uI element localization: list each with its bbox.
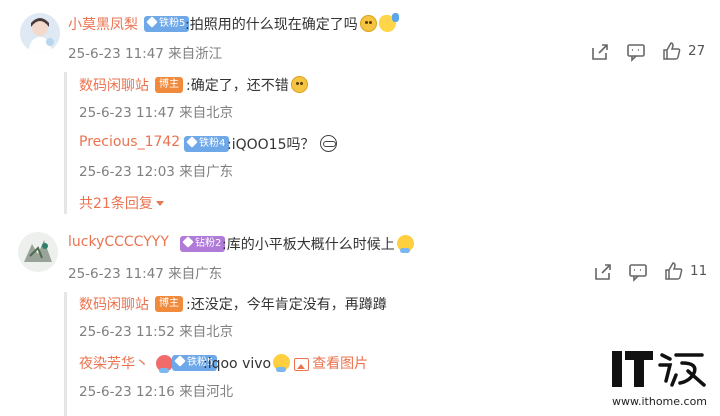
wave-emoji-icon: [378, 13, 399, 32]
like-count: 27: [688, 43, 706, 59]
reply-username[interactable]: 数码闲聊站: [79, 75, 149, 95]
reply-thread-bar: [64, 292, 67, 416]
username[interactable]: 小莫黑凤梨: [68, 14, 138, 34]
comment-meta: 25-6-23 11:47 来自广东: [68, 266, 223, 282]
like-icon[interactable]: [662, 41, 682, 61]
badge-gem-icon: [174, 355, 186, 367]
reply-meta: 25-6-23 12:03 来自广东: [79, 164, 234, 180]
comment-icon[interactable]: [628, 262, 648, 282]
author-badge: 博主: [155, 77, 183, 93]
share-icon[interactable]: [593, 262, 613, 282]
avatar[interactable]: [20, 13, 60, 53]
watermark-url: www.ithome.com: [612, 395, 708, 408]
avatar[interactable]: [18, 232, 58, 272]
reply-meta: 25-6-23 11:52 来自北京: [79, 324, 234, 340]
like-icon[interactable]: [664, 261, 684, 281]
cat-emoji-icon: [359, 15, 377, 32]
heart-badge-icon: [156, 355, 173, 373]
badge-gem-icon: [182, 236, 194, 248]
view-image-link[interactable]: 查看图片: [312, 356, 368, 372]
image-icon: [294, 358, 310, 371]
reply-thread-bar: [64, 72, 67, 214]
chevron-down-icon: [155, 201, 164, 206]
share-icon[interactable]: [590, 42, 610, 62]
avatar-image: [20, 13, 60, 53]
cat-emoji-icon: [290, 76, 308, 93]
hug-emoji-icon: [396, 235, 414, 253]
diamond-fan-badge: 钻粉2: [180, 236, 226, 252]
reply-text: :iqoo vivo 查看图片: [203, 354, 369, 372]
badge-gem-icon: [146, 16, 158, 28]
fan-badge: 铁粉5: [144, 16, 190, 32]
glasses-emoji-icon: [320, 135, 338, 152]
reply-text: :确定了，还不错: [186, 75, 308, 95]
reply-meta: 25-6-23 12:16 来自河北: [79, 384, 234, 400]
avatar-image: [18, 232, 58, 272]
more-replies-link[interactable]: 共21条回复: [79, 193, 164, 213]
comment-text: :库的小平板大概什么时候上: [222, 234, 414, 254]
reply-text: :还没定，今年肯定没有，再蹲蹲: [186, 297, 387, 313]
comment-icon[interactable]: [626, 42, 646, 62]
badge-gem-icon: [186, 136, 198, 148]
comment-meta: 25-6-23 11:47 来自浙江: [68, 46, 223, 62]
reply-text: :iQOO15吗？: [227, 134, 338, 154]
username[interactable]: luckyCCCCYYY: [68, 234, 169, 250]
author-badge: 博主: [155, 296, 183, 312]
reply-meta: 25-6-23 11:47 来自北京: [79, 105, 234, 121]
reply-username[interactable]: 夜染芳华丶: [79, 353, 149, 373]
reply-username[interactable]: 数码闲聊站: [79, 294, 149, 314]
comment-text: :拍照用的什么现在确定了吗: [185, 13, 399, 34]
like-count: 11: [690, 263, 708, 279]
hug-emoji-icon: [273, 354, 291, 372]
fan-badge: 铁粉4: [184, 136, 230, 152]
reply-username[interactable]: Precious_1742: [79, 134, 180, 150]
ithome-watermark: www.ithome.com: [610, 349, 714, 413]
